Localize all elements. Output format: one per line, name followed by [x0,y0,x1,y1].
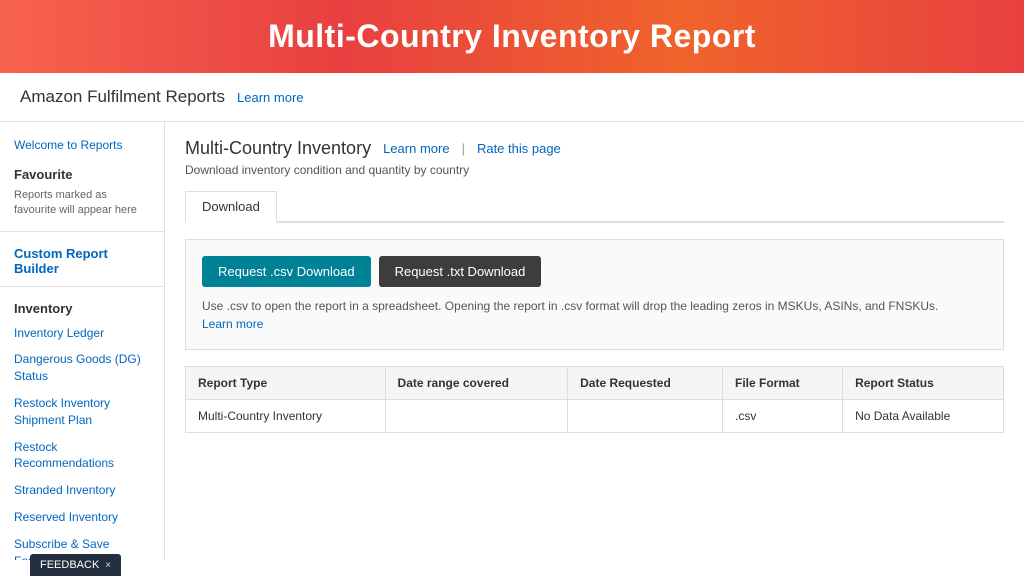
sidebar-item-inventory-ledger[interactable]: Inventory Ledger [0,320,164,347]
breadcrumb-bar: Amazon Fulfilment Reports Learn more [0,73,1024,122]
report-table: Report Type Date range covered Date Requ… [185,366,1004,433]
content-subtitle: Download inventory condition and quantit… [185,163,1004,177]
sidebar-favourite-label: Favourite [0,159,164,186]
col-date-range: Date range covered [385,367,568,400]
table-row: Multi-Country Inventory .csv No Data Ava… [186,400,1004,433]
content-learn-more[interactable]: Learn more [383,141,449,156]
sidebar-item-stranded[interactable]: Stranded Inventory [0,477,164,504]
download-info-text: Use .csv to open the report in a spreads… [202,297,987,333]
sidebar-item-welcome[interactable]: Welcome to Reports [0,132,164,159]
sidebar-favourite-desc: Reports marked as favourite will appear … [0,186,164,225]
col-file-format: File Format [723,367,843,400]
feedback-label: FEEDBACK [40,559,99,571]
request-txt-button[interactable]: Request .txt Download [379,256,542,287]
content-rate-link[interactable]: Rate this page [477,141,561,156]
col-report-type: Report Type [186,367,386,400]
tab-download[interactable]: Download [185,191,277,223]
download-section: Request .csv Download Request .txt Downl… [185,239,1004,350]
content-separator: | [462,141,465,156]
button-group: Request .csv Download Request .txt Downl… [202,256,987,287]
breadcrumb-title: Amazon Fulfilment Reports [20,87,225,107]
sidebar-item-restock-recommendations[interactable]: Restock Recommendations [0,434,164,478]
cell-report-status: No Data Available [843,400,1004,433]
breadcrumb-learn-more[interactable]: Learn more [237,90,303,105]
page-header: Multi-Country Inventory Report [0,0,1024,73]
table-header-row: Report Type Date range covered Date Requ… [186,367,1004,400]
request-csv-button[interactable]: Request .csv Download [202,256,371,287]
cell-file-format: .csv [723,400,843,433]
sidebar-item-restock-shipment[interactable]: Restock Inventory Shipment Plan [0,390,164,434]
sidebar-divider-2 [0,286,164,287]
content-area: Multi-Country Inventory Learn more | Rat… [165,122,1024,560]
cell-report-type: Multi-Country Inventory [186,400,386,433]
content-title: Multi-Country Inventory [185,138,371,159]
tabs-container: Download [185,191,1004,223]
sidebar-inventory-label: Inventory [0,293,164,320]
feedback-button[interactable]: FEEDBACK × [30,554,121,576]
sidebar-item-dangerous-goods[interactable]: Dangerous Goods (DG) Status [0,346,164,390]
feedback-close-icon[interactable]: × [105,560,111,571]
sidebar-item-reserved[interactable]: Reserved Inventory [0,504,164,531]
col-date-requested: Date Requested [568,367,723,400]
page-title: Multi-Country Inventory Report [20,18,1004,55]
sidebar-divider-1 [0,231,164,232]
col-report-status: Report Status [843,367,1004,400]
cell-date-range [385,400,568,433]
download-learn-more[interactable]: Learn more [202,317,263,331]
main-layout: Welcome to Reports Favourite Reports mar… [0,122,1024,560]
sidebar: Welcome to Reports Favourite Reports mar… [0,122,165,560]
cell-date-requested [568,400,723,433]
content-header: Multi-Country Inventory Learn more | Rat… [185,138,1004,159]
sidebar-custom-builder-label: Custom Report Builder [0,238,164,280]
